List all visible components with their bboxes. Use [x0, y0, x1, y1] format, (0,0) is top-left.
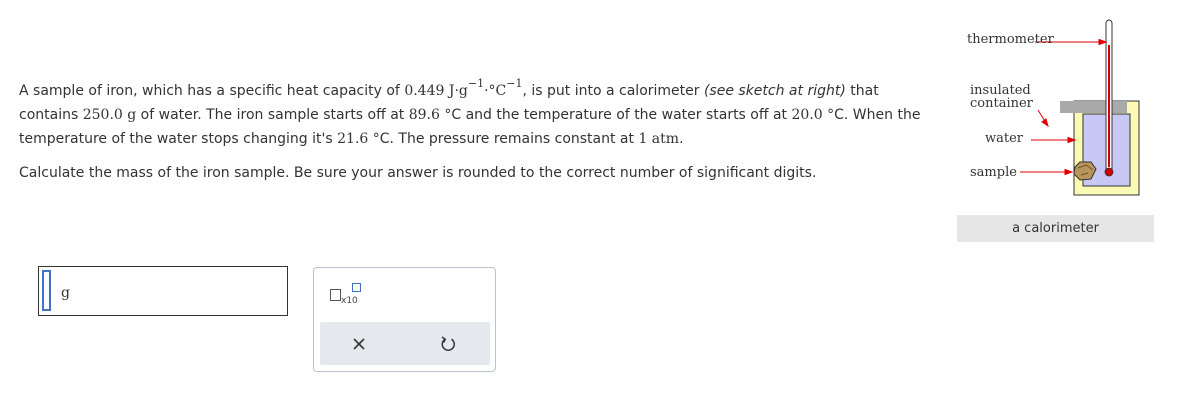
question-line-1: A sample of iron, which has a specific h… — [19, 77, 879, 104]
exponent: −1 — [467, 77, 485, 90]
answer-input[interactable] — [42, 270, 51, 311]
pressure-value: 1 atm — [638, 131, 680, 147]
unit-text: g — [127, 107, 137, 123]
question-note: (see sketch at right) — [703, 83, 846, 99]
diagram-caption: a calorimeter — [1012, 221, 1099, 236]
sample-label: sample — [970, 165, 1017, 180]
water-mass-value: 250.0 — [82, 107, 123, 123]
exponent: −1 — [506, 77, 523, 90]
toolbox-action-bar — [320, 322, 490, 365]
specific-heat-value: 0.449 — [404, 83, 445, 99]
question-text: , is put into a calorimeter — [522, 83, 704, 99]
close-icon — [353, 338, 365, 350]
mantissa-box-icon — [330, 289, 341, 301]
unit-text: J·g — [448, 83, 468, 99]
iron-start-temp: 89.6 — [408, 107, 440, 123]
clear-button[interactable] — [348, 333, 370, 355]
question-text: temperature of the water stops changing … — [19, 131, 338, 147]
math-toolbox: x10 — [313, 267, 496, 372]
question-text: °C and the temperature of the water star… — [439, 107, 792, 123]
answer-box: g — [38, 266, 288, 316]
question-text: of water. The iron sample starts off at — [136, 107, 409, 123]
caption-bar: a calorimeter — [957, 215, 1154, 242]
unit-text: ·°C — [484, 83, 507, 99]
undo-button[interactable] — [437, 333, 459, 355]
question-text: A sample of iron, which has a specific h… — [19, 83, 405, 99]
question-text: . — [679, 131, 684, 147]
question-text: that — [845, 83, 879, 99]
final-temp: 21.6 — [337, 131, 369, 147]
scientific-notation-button[interactable]: x10 — [330, 283, 364, 309]
container-label: container — [970, 96, 1033, 111]
question-text: °C. When the — [822, 107, 921, 123]
water-label: water — [985, 131, 1024, 146]
thermometer-bulb — [1104, 167, 1114, 177]
question-line-2: contains 250.0 g of water. The iron samp… — [19, 103, 920, 127]
container-lid — [1060, 101, 1127, 113]
water-start-temp: 20.0 — [791, 107, 823, 123]
thermometer-label: thermometer — [967, 32, 1054, 47]
question-text: contains — [19, 107, 83, 123]
answer-unit: g — [61, 285, 70, 301]
exponent-box-icon — [352, 283, 361, 292]
x10-label: x10 — [341, 296, 358, 306]
question-prompt: Calculate the mass of the iron sample. B… — [19, 165, 817, 181]
question-text: °C. The pressure remains constant at — [368, 131, 639, 147]
thermometer-mercury — [1108, 45, 1110, 167]
undo-icon — [441, 336, 455, 351]
question-line-3: temperature of the water stops changing … — [19, 127, 684, 151]
